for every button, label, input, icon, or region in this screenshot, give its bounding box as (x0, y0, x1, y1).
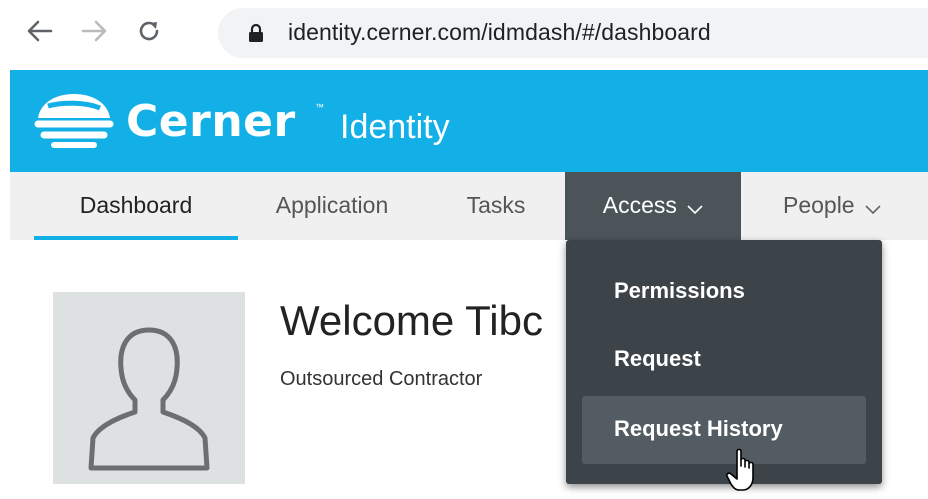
tab-application[interactable]: Application (252, 172, 412, 240)
main-nav: Dashboard Application Tasks Access Peopl… (10, 172, 928, 240)
user-silhouette-icon (53, 327, 245, 488)
tab-label: Dashboard (79, 192, 193, 218)
menu-item-request-history[interactable]: Request History (582, 396, 866, 464)
lock-icon (248, 23, 264, 48)
brand-name: Cerner (126, 96, 296, 147)
tab-people[interactable]: People (762, 172, 902, 240)
tab-tasks[interactable]: Tasks (446, 172, 546, 240)
chevron-down-icon (865, 174, 881, 240)
reload-icon[interactable] (132, 14, 166, 48)
cerner-logo-icon (34, 90, 114, 157)
tab-dashboard[interactable]: Dashboard (34, 172, 238, 240)
menu-item-label: Request (614, 346, 701, 371)
tab-access[interactable]: Access (565, 172, 741, 240)
access-dropdown-menu: Permissions Request Request History (566, 240, 882, 484)
menu-item-label: Permissions (614, 278, 745, 303)
forward-arrow-icon[interactable] (78, 14, 112, 48)
trademark: ™ (315, 102, 324, 112)
menu-item-permissions[interactable]: Permissions (582, 258, 866, 326)
browser-toolbar: identity.cerner.com/idmdash/#/dashboard (0, 0, 928, 70)
avatar (53, 292, 245, 484)
hand-pointer-icon (726, 448, 762, 499)
welcome-heading: Welcome Tibc (280, 297, 543, 344)
tab-label: People (782, 192, 855, 218)
chevron-down-icon (687, 174, 703, 240)
tab-label: Application (275, 192, 389, 218)
product-name: Identity (340, 108, 450, 146)
menu-item-label: Request History (614, 416, 783, 441)
menu-item-request[interactable]: Request (582, 326, 866, 394)
tab-label: Access (602, 192, 677, 218)
app-header: Cerner ™ Identity (10, 70, 928, 172)
back-arrow-icon[interactable] (22, 14, 56, 48)
url-text: identity.cerner.com/idmdash/#/dashboard (288, 19, 711, 45)
tab-label: Tasks (466, 192, 526, 218)
address-bar[interactable]: identity.cerner.com/idmdash/#/dashboard (218, 8, 928, 58)
user-role: Outsourced Contractor (280, 368, 483, 390)
